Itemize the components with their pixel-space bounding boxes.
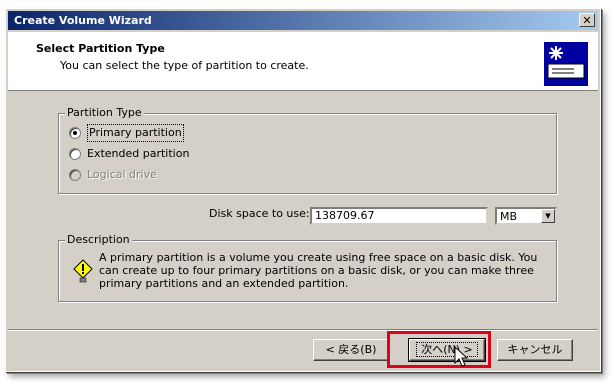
chevron-down-icon[interactable]: ▼ [541, 209, 555, 223]
title-bar[interactable]: Create Volume Wizard ✕ [8, 11, 598, 30]
highlight-annotation [387, 331, 491, 368]
radio-primary-partition[interactable]: Primary partition [69, 124, 184, 142]
close-button[interactable]: ✕ [579, 13, 595, 27]
radio-button[interactable] [69, 148, 81, 160]
cancel-button-label: キャンセル [507, 343, 563, 356]
disk-wizard-icon [544, 42, 588, 86]
close-icon: ✕ [582, 14, 592, 27]
radio-logical-drive: Logical drive [69, 167, 157, 183]
info-bulb-icon [73, 259, 93, 283]
back-button-label: < 戻る(B) [325, 343, 377, 356]
partition-type-legend: Partition Type [65, 106, 144, 119]
mouse-cursor-icon [454, 346, 469, 367]
page-subtitle: You can select the type of partition to … [60, 59, 309, 72]
footer-separator [8, 329, 598, 331]
description-group: Description A primary partition is a vol… [58, 233, 557, 302]
description-legend: Description [65, 233, 132, 246]
radio-button-checked[interactable] [69, 127, 81, 139]
radio-button-disabled [69, 169, 81, 181]
radio-label-logical: Logical drive [87, 168, 157, 181]
wizard-header: Select Partition Type You can select the… [8, 32, 598, 91]
radio-label-extended: Extended partition [87, 147, 190, 160]
back-button[interactable]: < 戻る(B) [313, 339, 389, 361]
page-title: Select Partition Type [36, 42, 165, 55]
unit-value: MB [500, 210, 518, 223]
radio-label-primary: Primary partition [87, 124, 184, 142]
unit-select[interactable]: MB ▼ [495, 207, 557, 225]
cancel-button[interactable]: キャンセル [497, 339, 573, 361]
wizard-window: Create Volume Wizard ✕ Select Partition … [5, 8, 601, 372]
window-title: Create Volume Wizard [14, 14, 152, 27]
disk-space-label: Disk space to use: [209, 207, 310, 220]
disk-space-input[interactable]: 138709.67 [310, 207, 488, 225]
radio-extended-partition[interactable]: Extended partition [69, 146, 189, 162]
description-text: A primary partition is a volume you crea… [99, 251, 538, 290]
partition-type-group: Partition Type Primary partition Extende… [58, 106, 557, 194]
